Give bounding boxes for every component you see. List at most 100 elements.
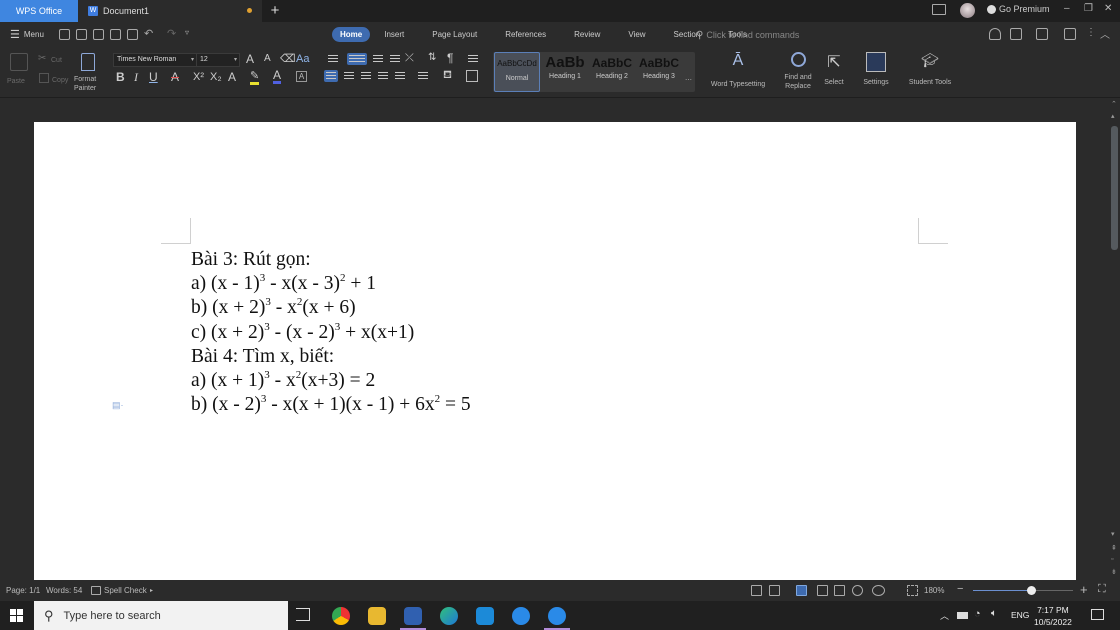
settings-button[interactable]: Settings <box>858 52 894 87</box>
tab-insert[interactable]: Insert <box>384 27 404 42</box>
go-premium-button[interactable]: Go Premium <box>987 4 1050 14</box>
share-collaborate-icon[interactable] <box>989 28 1001 40</box>
text-effects-button[interactable]: A <box>228 70 236 84</box>
tab-references[interactable]: References <box>505 27 546 42</box>
minimize-button[interactable]: – <box>1064 3 1070 14</box>
underline-button[interactable]: U <box>149 70 158 84</box>
output-icon[interactable] <box>769 585 780 596</box>
collapse-ribbon-icon[interactable]: ︿ <box>1100 26 1110 41</box>
web-view-icon[interactable] <box>852 585 863 596</box>
task-view-icon[interactable] <box>296 608 310 621</box>
line-spacing-icon[interactable] <box>416 70 430 82</box>
select-button[interactable]: ⇱ Select <box>820 52 848 87</box>
wifi-icon[interactable]: ◔ <box>974 608 981 620</box>
zalo-icon[interactable] <box>548 607 566 625</box>
reading-view-icon[interactable] <box>834 585 845 596</box>
layout-switch-icon[interactable] <box>932 4 946 15</box>
tab-view[interactable]: View <box>628 27 645 42</box>
customize-quick-access-icon[interactable]: ▿ <box>185 28 189 37</box>
fit-page-icon[interactable] <box>907 585 918 596</box>
wps-office-icon[interactable] <box>404 607 422 625</box>
clock[interactable]: 7:17 PM 10/5/2022 <box>1034 604 1072 628</box>
style-normal[interactable]: AaBbCcDd Normal <box>494 52 540 92</box>
tab-document1[interactable]: W Document1 <box>78 0 262 22</box>
align-center-icon[interactable] <box>342 70 356 82</box>
open-icon[interactable] <box>59 29 70 40</box>
scroll-top-icon[interactable]: ⌃ <box>1111 100 1117 108</box>
cloud-icon[interactable] <box>1036 28 1048 40</box>
paragraph-handle-icon[interactable]: ▤· <box>112 400 124 411</box>
file-explorer-icon[interactable] <box>368 607 386 625</box>
decrease-indent-icon[interactable] <box>371 53 385 65</box>
document-line[interactable]: b) (x - 2)3 - x(x + 1)(x - 1) + 6x2 = 5 <box>191 393 471 417</box>
copy-button[interactable]: Copy <box>52 76 68 85</box>
outline-view-icon[interactable] <box>817 585 828 596</box>
save-icon[interactable] <box>76 29 87 40</box>
style-heading-1[interactable]: AaBb Heading 1 <box>542 52 588 92</box>
find-commands-input[interactable]: ⚲ Click to find commands <box>696 27 844 43</box>
page-count[interactable]: Page: 1/1 <box>6 586 40 595</box>
format-painter-icon[interactable] <box>81 53 95 71</box>
document-line[interactable]: Bài 4: Tìm x, biết: <box>191 345 471 369</box>
bullets-icon[interactable] <box>326 53 340 65</box>
language-indicator[interactable]: ENG <box>1011 610 1029 620</box>
italic-button[interactable]: I <box>134 70 138 84</box>
paste-button[interactable]: Paste <box>7 77 25 86</box>
document-line[interactable]: a) (x + 1)3 - x2(x+3) = 2 <box>191 369 471 393</box>
spell-check-button[interactable]: Spell Check <box>104 586 147 595</box>
tab-home[interactable]: Home <box>332 27 371 42</box>
format-painter-button[interactable]: Format Painter <box>74 75 96 93</box>
fullscreen-icon[interactable]: ⛶ <box>1098 583 1106 596</box>
comment-icon[interactable] <box>1064 28 1076 40</box>
redo-icon[interactable]: ↷ <box>167 27 176 40</box>
style-heading-3[interactable]: AaBbC Heading 3 <box>636 52 682 92</box>
style-heading-2[interactable]: AaBbC Heading 2 <box>589 52 635 92</box>
justify-icon[interactable] <box>376 70 390 82</box>
styles-more-icon[interactable]: ⋯ <box>685 76 692 84</box>
shading-icon[interactable]: ⛾ <box>443 69 452 83</box>
previous-page-icon[interactable]: ⇞ <box>1111 544 1117 552</box>
taskbar-search-input[interactable]: ⚲ Type here to search <box>34 601 288 630</box>
zoom-slider[interactable] <box>973 586 1073 595</box>
zoom-level[interactable]: 180% <box>924 586 944 595</box>
document-line[interactable]: b) (x + 2)3 - x2(x + 6) <box>191 296 471 320</box>
battery-icon[interactable] <box>957 612 968 619</box>
character-shading-button[interactable]: A <box>296 71 307 82</box>
document-line[interactable]: Bài 3: Rút gọn: <box>191 248 471 272</box>
menu-button[interactable]: ☰ Menu <box>10 28 44 41</box>
restore-button[interactable]: ❐ <box>1084 3 1093 14</box>
font-size-select[interactable]: 12 ▾ <box>196 53 240 67</box>
document-page[interactable]: Bài 3: Rút gọn: a) (x - 1)3 - x(x - 3)2 +… <box>34 122 1076 582</box>
scrollbar-thumb[interactable] <box>1111 126 1118 250</box>
focus-mode-icon[interactable] <box>751 585 762 596</box>
browse-object-icon[interactable]: ▫ <box>1111 556 1113 563</box>
close-button[interactable]: ✕ <box>1104 3 1112 14</box>
align-left-icon[interactable] <box>324 70 338 82</box>
more-options-icon[interactable]: ⋮ <box>1086 27 1096 38</box>
vertical-scrollbar[interactable]: ⌃ ▴ ▾ ⇞ ▫ ⇟ <box>1108 98 1120 580</box>
next-page-icon[interactable]: ⇟ <box>1111 568 1117 576</box>
document-line[interactable]: c) (x + 2)3 - (x - 2)3 + x(x+1) <box>191 321 471 345</box>
chinese-layout-icon[interactable]: ⤫ <box>405 52 414 65</box>
subscript-button[interactable]: X₂ <box>210 70 222 84</box>
student-tools-button[interactable]: 🎓︎ Student Tools <box>903 52 957 87</box>
cut-button[interactable]: Cut <box>51 56 62 65</box>
undo-icon[interactable]: ↶ <box>144 27 153 40</box>
word-count[interactable]: Words: 54 <box>46 586 82 595</box>
print-preview-icon[interactable] <box>127 29 138 40</box>
scroll-up-icon[interactable]: ▴ <box>1111 112 1115 120</box>
chrome-icon[interactable] <box>332 607 350 625</box>
numbering-icon[interactable] <box>347 53 367 65</box>
share-icon[interactable] <box>1010 28 1022 40</box>
document-body[interactable]: Bài 3: Rút gọn: a) (x - 1)3 - x(x - 3)2 +… <box>191 248 471 417</box>
page-view-icon[interactable] <box>796 585 807 596</box>
borders-icon[interactable] <box>466 70 478 82</box>
font-family-select[interactable]: Times New Roman ▾ <box>113 53 197 67</box>
align-right-icon[interactable] <box>359 70 373 82</box>
export-pdf-icon[interactable] <box>93 29 104 40</box>
notifications-icon[interactable] <box>1091 609 1104 620</box>
sort-icon[interactable]: ⇅ <box>428 52 436 63</box>
find-replace-button[interactable]: Find and Replace <box>780 52 816 91</box>
grow-font-button[interactable]: A <box>246 52 254 66</box>
user-avatar[interactable] <box>960 3 975 18</box>
